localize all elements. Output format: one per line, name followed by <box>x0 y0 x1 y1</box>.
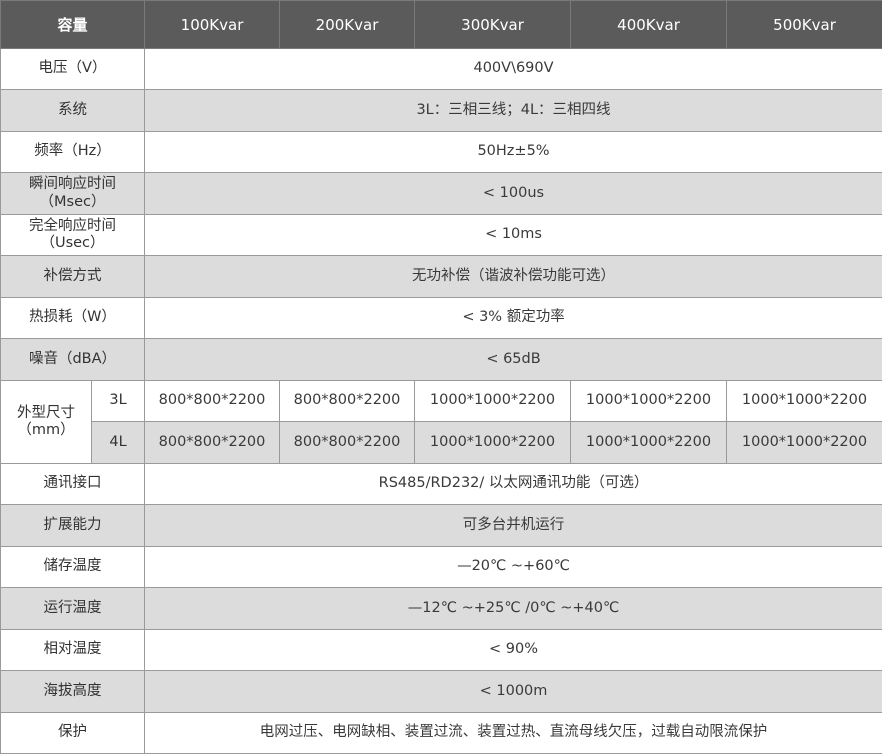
row-value-storage-temp: —20℃ ~+60℃ <box>144 546 882 588</box>
column-header-300kvar: 300Kvar <box>414 0 572 49</box>
table-row-voltage: 电压（V） 400V\690V <box>0 48 882 90</box>
dimensions-3l-400kvar: 1000*1000*2200 <box>570 380 728 422</box>
row-label-instant-response-line1: 瞬间响应时间 <box>29 176 116 193</box>
row-label-frequency: 频率（Hz） <box>0 131 146 173</box>
row-value-protection: 电网过压、电网缺相、装置过流、装置过热、直流母线欠压，过载自动限流保护 <box>144 712 882 754</box>
dimensions-3l-200kvar: 800*800*2200 <box>279 380 416 422</box>
dimensions-3l-500kvar: 1000*1000*2200 <box>726 380 882 422</box>
table-row-heat-loss: 热损耗（W） < 3% 额定功率 <box>0 297 882 339</box>
header-row: 容量 100Kvar 200Kvar 300Kvar 400Kvar 500Kv… <box>0 0 882 49</box>
row-value-compensation: 无功补偿（谐波补偿功能可选） <box>144 255 882 298</box>
row-value-communication: RS485/RD232/ 以太网通讯功能（可选） <box>144 463 882 505</box>
dimensions-sub-label-4l: 4L <box>90 421 146 464</box>
row-value-full-response: < 10ms <box>144 214 882 256</box>
row-value-voltage: 400V\690V <box>144 48 882 90</box>
row-value-operating-temp: —12℃ ~+25℃ /0℃ ~+40℃ <box>144 587 882 630</box>
row-value-system: 3L：三相三线；4L：三相四线 <box>144 89 882 132</box>
row-label-dimensions: 外型尺寸 （mm） <box>0 380 92 464</box>
row-label-instant-response-line2: （Msec） <box>39 193 106 210</box>
table-row-noise: 噪音（dBA） < 65dB <box>0 338 882 381</box>
capacity-header: 容量 <box>0 0 146 49</box>
row-label-protection: 保护 <box>0 712 146 754</box>
row-value-instant-response: < 100us <box>144 172 882 215</box>
row-value-humidity: < 90% <box>144 629 882 671</box>
dimensions-4l-200kvar: 800*800*2200 <box>279 421 416 464</box>
row-value-frequency: 50Hz±5% <box>144 131 882 173</box>
row-label-full-response: 完全响应时间 （Usec） <box>0 214 146 256</box>
row-label-expansion: 扩展能力 <box>0 504 146 547</box>
row-label-storage-temp: 储存温度 <box>0 546 146 588</box>
dimensions-3l-100kvar: 800*800*2200 <box>144 380 281 422</box>
table-row-storage-temp: 储存温度 —20℃ ~+60℃ <box>0 546 882 588</box>
column-header-500kvar: 500Kvar <box>726 0 882 49</box>
row-label-instant-response: 瞬间响应时间 （Msec） <box>0 172 146 215</box>
row-label-voltage: 电压（V） <box>0 48 146 90</box>
column-header-200kvar: 200Kvar <box>279 0 416 49</box>
dimensions-4l-400kvar: 1000*1000*2200 <box>570 421 728 464</box>
row-value-expansion: 可多台并机运行 <box>144 504 882 547</box>
table-row-dimensions-3l: 外型尺寸 （mm） 3L 800*800*2200 800*800*2200 1… <box>0 380 882 464</box>
table-row-frequency: 频率（Hz） 50Hz±5% <box>0 131 882 173</box>
table-row-dimensions-4l: 4L 800*800*2200 800*800*2200 1000*1000*2… <box>1 421 882 464</box>
table-row-instant-response: 瞬间响应时间 （Msec） < 100us <box>0 172 882 215</box>
row-label-communication: 通讯接口 <box>0 463 146 505</box>
row-label-dimensions-line2: （mm） <box>17 422 75 438</box>
row-label-full-response-line1: 完全响应时间 <box>29 217 116 234</box>
table-row-system: 系统 3L：三相三线；4L：三相四线 <box>0 89 882 132</box>
column-header-400kvar: 400Kvar <box>570 0 728 49</box>
row-value-heat-loss: < 3% 额定功率 <box>144 297 882 339</box>
dimensions-4l-500kvar: 1000*1000*2200 <box>726 421 882 464</box>
row-label-compensation: 补偿方式 <box>0 255 146 298</box>
row-label-dimensions-line1: 外型尺寸 <box>17 404 75 421</box>
table-row-operating-temp: 运行温度 —12℃ ~+25℃ /0℃ ~+40℃ <box>0 587 882 630</box>
table-row-expansion: 扩展能力 可多台并机运行 <box>0 504 882 547</box>
column-header-100kvar: 100Kvar <box>144 0 281 49</box>
row-label-humidity: 相对温度 <box>0 629 146 671</box>
table-row-communication: 通讯接口 RS485/RD232/ 以太网通讯功能（可选） <box>0 463 882 505</box>
table-row-compensation: 补偿方式 无功补偿（谐波补偿功能可选） <box>0 255 882 298</box>
spec-table: 容量 100Kvar 200Kvar 300Kvar 400Kvar 500Kv… <box>0 0 882 754</box>
row-label-full-response-line2: （Usec） <box>40 235 105 251</box>
dimensions-4l-300kvar: 1000*1000*2200 <box>414 421 572 464</box>
dimensions-3l-300kvar: 1000*1000*2200 <box>414 380 572 422</box>
row-label-system: 系统 <box>0 89 146 132</box>
table-row-full-response: 完全响应时间 （Usec） < 10ms <box>0 214 882 256</box>
row-label-operating-temp: 运行温度 <box>0 587 146 630</box>
row-value-altitude: < 1000m <box>144 670 882 713</box>
dimensions-sub-label-3l: 3L <box>90 380 146 422</box>
row-value-noise: < 65dB <box>144 338 882 381</box>
row-label-heat-loss: 热损耗（W） <box>0 297 146 339</box>
dimensions-4l-100kvar: 800*800*2200 <box>144 421 281 464</box>
row-label-altitude: 海拔高度 <box>0 670 146 713</box>
table-row-altitude: 海拔高度 < 1000m <box>0 670 882 713</box>
table-row-protection: 保护 电网过压、电网缺相、装置过流、装置过热、直流母线欠压，过载自动限流保护 <box>0 712 882 754</box>
table-row-humidity: 相对温度 < 90% <box>0 629 882 671</box>
row-label-noise: 噪音（dBA） <box>0 338 146 381</box>
